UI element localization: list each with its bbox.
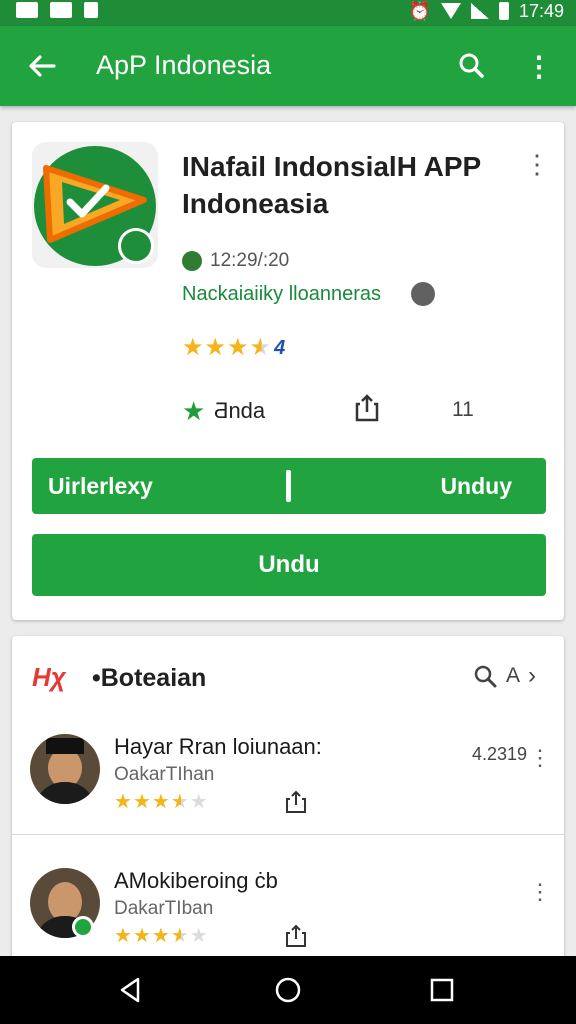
item-meta: 4.2319 [472, 744, 527, 765]
nav-home-icon [275, 977, 301, 1003]
more-vert-icon: ⋮ [524, 148, 550, 179]
star-half-icon: ★ [170, 925, 189, 947]
star-icon: ★ [114, 925, 132, 947]
chevron-right-icon[interactable]: › [528, 662, 536, 690]
section-actions: A › [472, 662, 536, 690]
download-button[interactable]: Unduy [289, 458, 546, 514]
secondary-action-button[interactable]: Uirlerlexy [32, 458, 289, 514]
status-indicators: ⏰ 17:49 [409, 0, 564, 22]
stats-row: ★ Ƌnda 11 [182, 394, 482, 426]
rating-value: 4 [274, 336, 286, 359]
star-icon: ★ [114, 791, 132, 813]
app-icon [32, 142, 158, 268]
star-icon: ★ [151, 791, 170, 813]
more-vert-icon: ⋮ [529, 879, 551, 904]
nav-home-button[interactable] [264, 970, 312, 1010]
status-bar: ⏰ 17:49 [0, 0, 576, 26]
share-icon[interactable] [284, 924, 308, 948]
overflow-menu-button[interactable]: ⋮ [522, 46, 556, 86]
back-button[interactable] [22, 46, 62, 86]
battery-icon [498, 2, 509, 20]
app-date: 12:29/:20 [210, 250, 290, 271]
item-meta-value: 4.2319 [472, 744, 528, 764]
item-rating: ★ ★ ★ ★ ★ [114, 924, 208, 948]
nav-back-icon [120, 977, 140, 1003]
wifi-icon [440, 3, 461, 19]
nav-recents-button[interactable] [418, 970, 466, 1010]
more-vert-icon: ⋮ [525, 50, 553, 82]
app-bar-title: ApP Indonesia [96, 50, 272, 80]
stat-label: Ƌnda [214, 398, 266, 423]
online-status-icon [72, 916, 94, 938]
star-icon: ★ [182, 396, 206, 426]
divider [12, 834, 564, 835]
star-icon: ★ [132, 925, 151, 947]
star-icon: ★ [132, 791, 151, 813]
item-rating: ★ ★ ★ ★ ★ [114, 790, 208, 814]
search-icon[interactable] [472, 663, 498, 689]
download-notification-icon [84, 2, 98, 18]
avatar [30, 734, 100, 804]
list-item[interactable]: Hayar Rran loiunaan: OakarTIhan ★ ★ ★ ★ … [12, 724, 564, 844]
info-icon[interactable] [410, 282, 435, 306]
item-overflow-button[interactable]: ⋮ [529, 744, 551, 772]
badge-icon [118, 228, 154, 264]
star-icon: ★ [204, 334, 227, 361]
nav-back-button[interactable] [106, 970, 154, 1010]
app-bar: ApP Indonesia ⋮ [0, 26, 576, 106]
nav-recents-icon [430, 978, 454, 1002]
related-section-card: Hχ •Boteaian A › Hayar Rran loiunaan: Oa… [12, 636, 564, 966]
star-empty-icon: ★ [189, 791, 208, 813]
signal-icon [470, 3, 489, 19]
split-action-bar: Uirlerlexy Unduy [32, 458, 546, 514]
app-overflow-button[interactable]: ⋮ [524, 146, 550, 182]
section-title: •Boteaian [92, 664, 207, 692]
section-action-label[interactable]: A [506, 664, 520, 688]
star-empty-icon: ★ [189, 925, 208, 947]
section-logo: Hχ [32, 662, 66, 692]
item-subtitle: DakarTIban [114, 898, 214, 919]
calendar-icon [182, 251, 202, 271]
image-notification-icon [50, 2, 72, 18]
more-vert-icon: ⋮ [529, 745, 551, 770]
app-meta: 12:29/:20 [182, 250, 289, 272]
search-icon [459, 53, 484, 78]
item-title: Hayar Rran loiunaan: [114, 734, 322, 759]
developer-row: Nackaiaiiky lloanneras [182, 282, 435, 306]
arrow-back-icon [29, 55, 56, 77]
app-rating: ★ ★ ★ ★ 4 [182, 336, 285, 360]
alarm-icon: ⏰ [408, 0, 431, 21]
star-icon: ★ [227, 334, 249, 361]
item-title: AMokiberoing ċb [114, 868, 278, 893]
developer-link[interactable]: Nackaiaiiky lloanneras [182, 283, 381, 306]
share-icon[interactable] [284, 790, 308, 814]
image-notification-icon [16, 2, 38, 18]
status-time: 17:49 [518, 0, 564, 21]
primary-download-button[interactable]: Undu [32, 534, 546, 596]
star-icon: ★ [151, 925, 170, 947]
star-half-icon: ★ [249, 334, 272, 361]
star-icon: ★ [182, 334, 204, 361]
app-details-card: INafail Indonsial​H APP Indoneasia ⋮ 12:… [12, 122, 564, 620]
stat-count: 11 [452, 398, 474, 421]
item-subtitle: OakarTIhan [114, 764, 215, 785]
star-half-icon: ★ [170, 791, 189, 813]
notification-icons [16, 2, 98, 18]
item-overflow-button[interactable]: ⋮ [529, 878, 551, 906]
app-title: INafail Indonsial​H APP Indoneasia [182, 151, 481, 219]
system-nav-bar [0, 956, 576, 1024]
search-button[interactable] [452, 46, 492, 86]
share-icon[interactable] [354, 394, 380, 422]
